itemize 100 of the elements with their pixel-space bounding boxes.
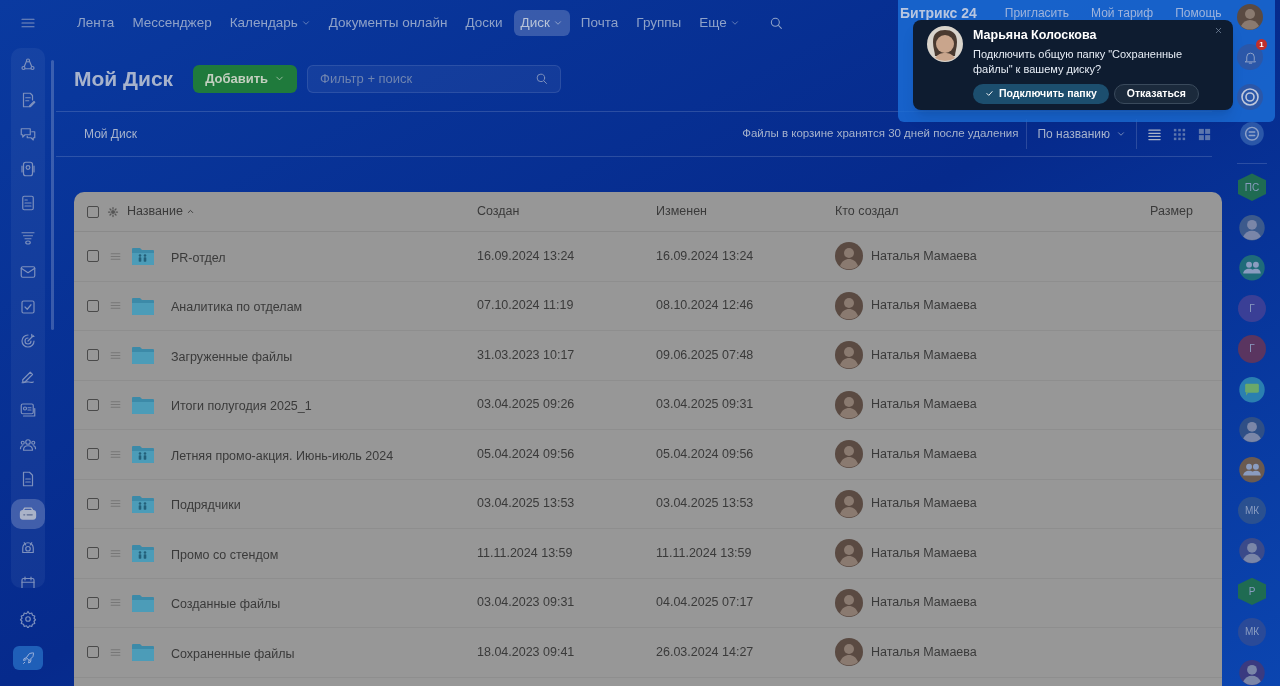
contact-initials[interactable]: Р <box>1238 577 1266 606</box>
table-cell: 03.04.2023 09:31 <box>477 595 575 610</box>
author-name[interactable]: Наталья Мамаева <box>871 345 977 365</box>
table-cell: 16.09.2024 13:24 <box>656 248 754 263</box>
author-name[interactable]: Наталья Мамаева <box>871 494 977 514</box>
notifications-button[interactable] <box>1237 44 1263 70</box>
table-cell: 11.11.2024 13:59 <box>477 545 573 560</box>
grid-view-icon[interactable] <box>1172 126 1187 142</box>
avatar[interactable] <box>1238 658 1266 686</box>
bell-icon <box>1242 49 1258 65</box>
avatar <box>835 489 863 518</box>
avatar[interactable] <box>1238 213 1266 242</box>
nav-tab[interactable]: Документы онлайн <box>321 10 455 36</box>
nav-tab[interactable]: Мессенджер <box>125 10 219 36</box>
contact-initials[interactable]: МК <box>1238 496 1266 525</box>
nav-tab[interactable]: Календарь <box>222 10 318 36</box>
checkbox[interactable] <box>87 547 99 560</box>
file-name[interactable]: Созданные файлы <box>171 595 281 615</box>
header-link[interactable]: Пригласить <box>1004 4 1069 22</box>
group-icon[interactable] <box>1238 456 1266 484</box>
logo: Битрикс 24 <box>900 3 977 23</box>
settings-icon[interactable] <box>19 610 37 628</box>
chat-icon[interactable] <box>1239 121 1265 147</box>
avatar <box>835 588 863 617</box>
checkbox[interactable] <box>87 299 99 312</box>
author-name[interactable]: Наталья Мамаева <box>871 444 977 464</box>
settings-icon[interactable] <box>107 205 119 218</box>
connect-button[interactable]: Подключить папку <box>973 83 1109 104</box>
search-icon[interactable] <box>768 15 784 31</box>
device-icon <box>19 159 37 178</box>
decline-button[interactable]: Отказаться <box>1113 83 1199 104</box>
checkbox[interactable] <box>87 205 99 218</box>
checkbox[interactable] <box>87 398 99 411</box>
table-cell: 03.04.2025 09:26 <box>477 397 575 412</box>
file-name[interactable]: Подрядчики <box>171 496 241 516</box>
nav-tab[interactable]: Еще <box>692 10 747 36</box>
rocket-button[interactable] <box>13 646 43 670</box>
nav-tab[interactable]: Доски <box>458 10 510 36</box>
contact-initials[interactable]: ПС <box>1238 173 1266 201</box>
tiles-view-icon[interactable] <box>1197 126 1212 142</box>
table-cell: 09.06.2025 07:48 <box>656 347 754 362</box>
checkbox[interactable] <box>87 448 99 461</box>
avatar <box>835 291 863 320</box>
author-name[interactable]: Наталья Мамаева <box>871 543 977 563</box>
checkbox[interactable] <box>87 349 99 362</box>
breadcrumb[interactable]: Мой Диск <box>84 125 137 143</box>
file-name[interactable]: Промо со стендом <box>171 545 279 565</box>
author-name[interactable]: Наталья Мамаева <box>871 395 977 415</box>
file-name[interactable]: Загруженные файлы <box>171 347 293 367</box>
checkbox[interactable] <box>87 497 99 510</box>
author-name[interactable]: Наталья Мамаева <box>871 593 977 613</box>
sidebar-item[interactable] <box>11 498 45 529</box>
author-name[interactable]: Наталья Мамаева <box>871 246 977 266</box>
table-cell: 04.04.2025 07:17 <box>656 595 754 610</box>
table-cell: 03.04.2025 09:31 <box>656 397 754 412</box>
header-link[interactable]: Помощь <box>1175 4 1222 22</box>
avatar <box>835 390 863 419</box>
contact-card-icon <box>19 401 37 419</box>
add-button[interactable]: Добавить <box>193 64 298 93</box>
avatar[interactable] <box>1238 416 1266 444</box>
nav-tab[interactable]: Диск <box>513 10 570 36</box>
table-cell: 18.04.2023 09:41 <box>477 644 575 659</box>
file-name[interactable]: Итоги полугодия 2025_1 <box>171 397 312 417</box>
column-header[interactable]: Кто создал <box>835 202 899 221</box>
file-name[interactable]: Летняя промо-акция. Июнь-июль 2024 <box>171 446 394 466</box>
page-title: Мой Диск <box>74 65 174 92</box>
list-view-icon[interactable] <box>1147 126 1162 142</box>
table-cell: 11.11.2024 13:59 <box>656 545 752 560</box>
trash-note: Файлы в корзине хранятся 30 дней после удаления <box>742 126 1020 142</box>
notification-message: Подключить общую папку "Сохраненные файлы" к вашему диску? <box>973 46 1184 77</box>
group-icon[interactable] <box>1238 254 1266 282</box>
author-name[interactable]: Наталья Мамаева <box>871 296 977 316</box>
contact-initials[interactable]: Г <box>1238 335 1266 363</box>
file-name[interactable]: Аналитика по отделам <box>171 298 303 318</box>
nav-tab[interactable]: Почта <box>573 10 626 36</box>
avatar <box>835 341 863 370</box>
column-header[interactable]: Создан <box>477 202 520 221</box>
file-name[interactable]: PR-отдел <box>171 248 226 268</box>
contact-initials[interactable]: МК <box>1238 618 1266 646</box>
nav-tab[interactable]: Группы <box>629 10 689 36</box>
column-header[interactable]: Изменен <box>656 202 708 221</box>
table-cell: 16.09.2024 13:24 <box>477 248 575 263</box>
contact-initials[interactable]: Г <box>1238 294 1266 323</box>
checkbox[interactable] <box>87 596 99 609</box>
column-header[interactable]: Название <box>127 202 195 221</box>
header-link[interactable]: Мой тариф <box>1091 4 1154 22</box>
avatar <box>835 242 863 271</box>
checkbox[interactable] <box>87 250 99 263</box>
table-cell: 08.10.2024 12:46 <box>656 298 754 313</box>
column-header[interactable]: Размер <box>1086 202 1193 221</box>
nav-tab[interactable]: Лента <box>70 10 122 36</box>
avatar[interactable] <box>1237 4 1263 30</box>
chat-icon[interactable] <box>1238 375 1266 403</box>
close-icon[interactable] <box>1214 26 1223 35</box>
target-icon[interactable] <box>1237 84 1263 110</box>
avatar[interactable] <box>1238 537 1266 565</box>
checkbox[interactable] <box>87 646 99 659</box>
table-cell: 07.10.2024 11:19 <box>477 298 574 313</box>
file-name[interactable]: Сохраненные файлы <box>171 644 295 664</box>
author-name[interactable]: Наталья Мамаева <box>871 642 977 662</box>
